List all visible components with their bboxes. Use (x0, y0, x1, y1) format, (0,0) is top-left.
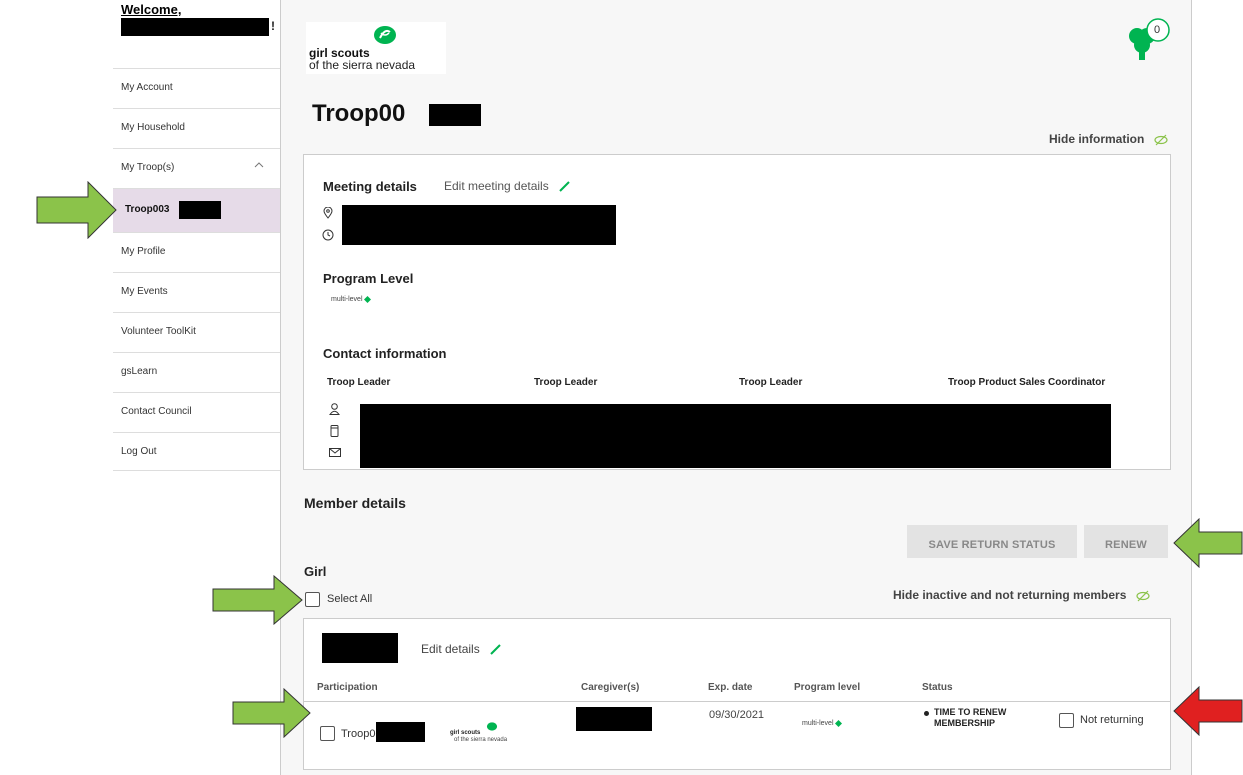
welcome-text: Welcome, (121, 2, 182, 17)
welcome-suffix: ! (271, 19, 275, 33)
not-returning-label: Not returning (1080, 714, 1144, 726)
trefoil-logo-icon (374, 26, 396, 44)
pencil-icon (490, 644, 501, 656)
member-details-title: Member details (304, 495, 406, 511)
green-arrow-right-icon (212, 575, 303, 625)
contact-role-1: Troop Leader (327, 377, 391, 388)
clock-icon (322, 229, 334, 241)
program-level-title: Program Level (323, 271, 414, 286)
green-arrow-right-icon (36, 181, 117, 239)
redacted-contacts (360, 404, 1111, 468)
chevron-up-icon[interactable] (254, 160, 264, 170)
not-returning-checkbox[interactable] (1059, 713, 1074, 728)
sidebar-item-gslearn[interactable]: gsLearn (113, 352, 280, 391)
diamond-icon (364, 296, 372, 303)
sidebar-item-my-events[interactable]: My Events (113, 272, 280, 311)
pencil-icon (559, 181, 570, 193)
contact-role-3: Troop Leader (739, 377, 803, 388)
edit-details-link[interactable]: Edit details (421, 642, 502, 656)
save-return-status-button[interactable]: SAVE RETURN STATUS (907, 525, 1077, 558)
contact-information-title: Contact information (323, 346, 447, 361)
eye-slash-icon (1154, 134, 1168, 146)
girl-scouts-logo[interactable]: girl scouts of the sierra nevada (306, 22, 446, 74)
select-all-checkbox[interactable] (305, 592, 320, 607)
trefoil-cart-icon (1129, 18, 1170, 60)
col-participation: Participation (317, 682, 378, 693)
redacted-member-name (322, 633, 398, 663)
meeting-details-card: Meeting details Edit meeting details Pro… (303, 154, 1171, 470)
eye-slash-icon (1136, 590, 1150, 602)
hide-information-toggle[interactable]: Hide information (1049, 132, 1168, 146)
page-title: Troop00 (312, 100, 406, 127)
sidebar-item-contact-council[interactable]: Contact Council (113, 392, 280, 431)
diamond-icon (835, 720, 843, 727)
sidebar-item-my-account[interactable]: My Account (113, 68, 280, 107)
hide-inactive-toggle[interactable]: Hide inactive and not returning members (893, 588, 1150, 602)
edit-meeting-details-link[interactable]: Edit meeting details (444, 179, 571, 193)
member-row: Troop003 girl scouts of the sierra nevad… (304, 703, 1170, 763)
program-level-badge: multi-level (802, 720, 843, 727)
green-arrow-left-icon (1173, 518, 1243, 568)
select-all-label: Select All (327, 593, 373, 605)
trefoil-logo-icon (486, 722, 498, 731)
green-arrow-right-icon (232, 688, 311, 738)
exp-date-value: 09/30/2021 (709, 709, 765, 721)
contact-role-4: Troop Product Sales Coordinator (948, 377, 1106, 388)
red-arrow-left-icon (1173, 686, 1243, 736)
status-badge: TIME TO RENEW MEMBERSHIP (934, 707, 1007, 728)
redacted-meeting-info (342, 205, 616, 245)
redacted-troop-number (179, 201, 221, 219)
email-icon (329, 448, 341, 457)
sidebar-item-volunteer-toolkit[interactable]: Volunteer ToolKit (113, 312, 280, 351)
sidebar-item-troop[interactable]: Troop003 (113, 188, 280, 232)
phone-icon (330, 425, 339, 437)
divider (304, 701, 1170, 702)
sidebar: Welcome, ! My Account My Household My Tr… (113, 0, 280, 775)
col-exp-date: Exp. date (708, 682, 753, 693)
col-caregivers: Caregiver(s) (581, 682, 640, 693)
meeting-details-title: Meeting details (323, 179, 417, 194)
col-program-level: Program level (794, 682, 861, 693)
sidebar-item-log-out[interactable]: Log Out (113, 432, 280, 471)
col-status: Status (922, 682, 953, 693)
member-card: Edit details Participation Caregiver(s) … (303, 618, 1171, 770)
redacted-participation (376, 722, 425, 742)
location-pin-icon (323, 207, 333, 219)
sidebar-item-my-troops[interactable]: My Troop(s) (113, 148, 280, 187)
sidebar-item-my-profile[interactable]: My Profile (113, 232, 280, 271)
redacted-username (121, 18, 269, 36)
member-select-checkbox[interactable] (320, 726, 335, 741)
main-content: girl scouts of the sierra nevada 0 Troop… (280, 0, 1192, 775)
participation-logo: girl scouts of the sierra nevada (450, 721, 540, 751)
contact-role-2: Troop Leader (534, 377, 598, 388)
person-icon (329, 403, 340, 415)
status-dot (924, 711, 929, 716)
redacted-title-number (429, 104, 481, 126)
cart-button[interactable]: 0 (1124, 14, 1172, 62)
sidebar-item-my-household[interactable]: My Household (113, 108, 280, 147)
program-level-badge: multi-level (331, 296, 372, 303)
cart-count: 0 (1154, 24, 1161, 36)
girl-heading: Girl (304, 564, 327, 579)
redacted-caregiver (576, 707, 652, 731)
renew-button[interactable]: RENEW (1084, 525, 1168, 558)
